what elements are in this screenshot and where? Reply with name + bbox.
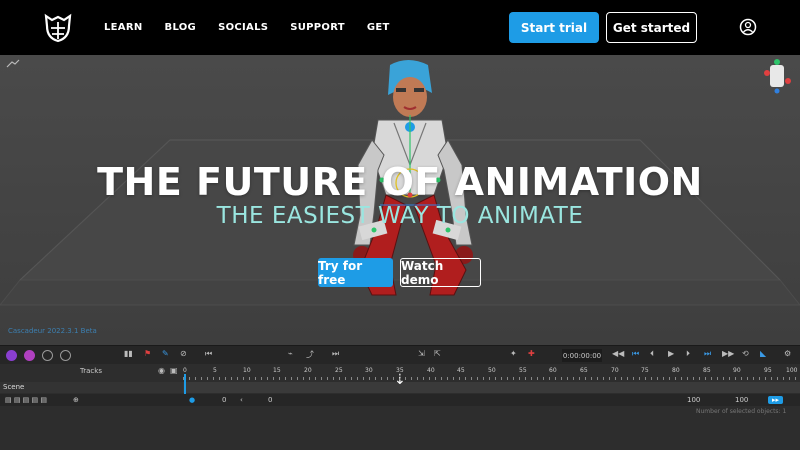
version-label: Cascadeur 2022.3.1 Beta	[8, 327, 97, 335]
start-marker-icon[interactable]: ●	[189, 396, 195, 404]
watch-demo-button[interactable]: Watch demo	[400, 258, 481, 287]
timeline-toolbar: ▮▮ ⚑ ✎ ⊘ ⏮ ⌁ ⤴ ⏭ ⇲ ⇱ ✦ ✚ 0:00:00:00 ◀◀ ⏮…	[0, 345, 800, 364]
nav-link-support[interactable]: SUPPORT	[290, 22, 345, 33]
mode-icon-3[interactable]	[42, 350, 53, 361]
fast-forward-icon[interactable]: ▶▶	[722, 349, 734, 358]
hero-title: THE FUTURE OF ANIMATION	[97, 160, 703, 204]
ruler-tick: 45	[457, 367, 465, 374]
tracks-label: Tracks	[80, 367, 102, 375]
ruler-tick: 80	[672, 367, 680, 374]
nav-links: LEARN BLOG SOCIALS SUPPORT GET	[104, 0, 412, 55]
layer-icons[interactable]: ▤ ▤ ▤ ▤ ▤	[5, 396, 47, 404]
curve-icon[interactable]: ⌁	[288, 349, 293, 358]
prev-frame-icon[interactable]: ⏴	[650, 349, 654, 359]
axis-tool-icon[interactable]	[6, 59, 20, 69]
scene-track-row[interactable]: Scene	[0, 382, 183, 393]
start-trial-button[interactable]: Start trial	[509, 12, 599, 43]
ruler-tick: 70	[611, 367, 619, 374]
play-icon[interactable]: ▶	[668, 349, 674, 358]
ruler-tick: 50	[488, 367, 496, 374]
lock-icon[interactable]: ▣	[170, 366, 178, 375]
scene-track-bar[interactable]	[183, 382, 800, 393]
ruler-tick: 65	[580, 367, 588, 374]
current-frame-field[interactable]: 0	[268, 396, 272, 404]
ruler-ticks	[183, 377, 800, 380]
loop-icon[interactable]: ⟲	[742, 349, 749, 358]
mode-icon-2[interactable]	[24, 350, 35, 361]
rig-icon[interactable]: ✦	[510, 349, 517, 358]
hero-subtitle: THE EASIEST WAY TO ANIMATE	[216, 203, 584, 229]
ruler-tick: 95	[764, 367, 772, 374]
ruler-tick: 25	[335, 367, 343, 374]
range-toggle[interactable]: ▸▸	[768, 396, 784, 404]
end-frame-field-b[interactable]: 100	[735, 396, 748, 404]
time-display[interactable]: 0:00:00:00	[562, 349, 602, 362]
ruler-tick: 10	[243, 367, 251, 374]
visibility-icon[interactable]: ◉	[158, 366, 165, 375]
selected-objects-label: Number of selected objects: 1	[696, 408, 787, 415]
ruler-tick: 55	[519, 367, 527, 374]
nav-link-get[interactable]: GET	[367, 22, 390, 33]
ruler-tick: 30	[365, 367, 373, 374]
keyframe-icon[interactable]: ▮▮	[124, 349, 133, 358]
logo-icon[interactable]	[42, 12, 74, 44]
nav-link-socials[interactable]: SOCIALS	[218, 22, 268, 33]
add-layer-icon[interactable]: ⊕	[73, 396, 79, 404]
first-frame-icon[interactable]: ⏮	[632, 349, 639, 359]
ruler-tick: 100	[786, 367, 798, 374]
ruler-tick: 90	[733, 367, 741, 374]
get-started-button[interactable]: Get started	[606, 12, 697, 43]
next-frame-icon[interactable]: ⏵	[686, 349, 690, 359]
flag-icon[interactable]: ⚑	[144, 349, 151, 358]
graph-icon[interactable]: ⤴	[306, 349, 314, 360]
snap-icon[interactable]: ⇲	[418, 349, 425, 358]
nav-link-learn[interactable]: LEARN	[104, 22, 143, 33]
settings-icon[interactable]: ⚙	[784, 349, 791, 358]
play-range-icon[interactable]: ◣	[760, 349, 766, 358]
end-frame-field-a[interactable]: 100	[687, 396, 700, 404]
orientation-gizmo-icon[interactable]	[758, 57, 796, 95]
ruler-tick: 60	[549, 367, 557, 374]
nav-link-blog[interactable]: BLOG	[165, 22, 197, 33]
page: LEARN BLOG SOCIALS SUPPORT GET Start tri…	[0, 0, 800, 450]
last-frame-icon[interactable]: ⏭	[704, 349, 711, 359]
scene-label: Scene	[3, 383, 25, 391]
snap2-icon[interactable]: ⇱	[434, 349, 441, 358]
step-forward-icon[interactable]: ⏭	[332, 349, 339, 359]
playhead[interactable]	[184, 374, 186, 394]
navbar: LEARN BLOG SOCIALS SUPPORT GET Start tri…	[0, 0, 800, 55]
viewport-3d[interactable]: THE FUTURE OF ANIMATION THE EASIEST WAY …	[0, 55, 800, 345]
mode-icon-1[interactable]	[6, 350, 17, 361]
ruler-tick: 20	[304, 367, 312, 374]
rewind-icon[interactable]: ◀◀	[612, 349, 624, 358]
ruler-tick: 75	[641, 367, 649, 374]
no-entry-icon[interactable]: ⊘	[180, 349, 187, 358]
ruler-tick: 85	[703, 367, 711, 374]
ruler-tick: 5	[213, 367, 217, 374]
timeline: Tracks ◉ ▣ 0 5 10 15 20 25 30 35 40 45 5…	[0, 364, 800, 450]
pin-icon[interactable]: ✎	[162, 349, 169, 358]
prev-key-icon[interactable]: ‹	[240, 396, 243, 404]
ruler-tick: 40	[427, 367, 435, 374]
timeline-bottom-bar: ▤ ▤ ▤ ▤ ▤ ⊕ ● 0 ‹ 0 100 100 ▸▸	[0, 394, 800, 406]
ruler-tick: 0	[183, 367, 187, 374]
step-back-icon[interactable]: ⏮	[205, 349, 212, 359]
user-icon[interactable]	[739, 18, 757, 36]
down-arrow-icon: ⇣	[394, 372, 406, 388]
ruler-tick: 15	[273, 367, 281, 374]
try-for-free-button[interactable]: Try for free	[318, 258, 393, 287]
record-icon[interactable]: ✚	[528, 349, 535, 358]
start-frame-field[interactable]: 0	[222, 396, 226, 404]
mode-icon-4[interactable]	[60, 350, 71, 361]
